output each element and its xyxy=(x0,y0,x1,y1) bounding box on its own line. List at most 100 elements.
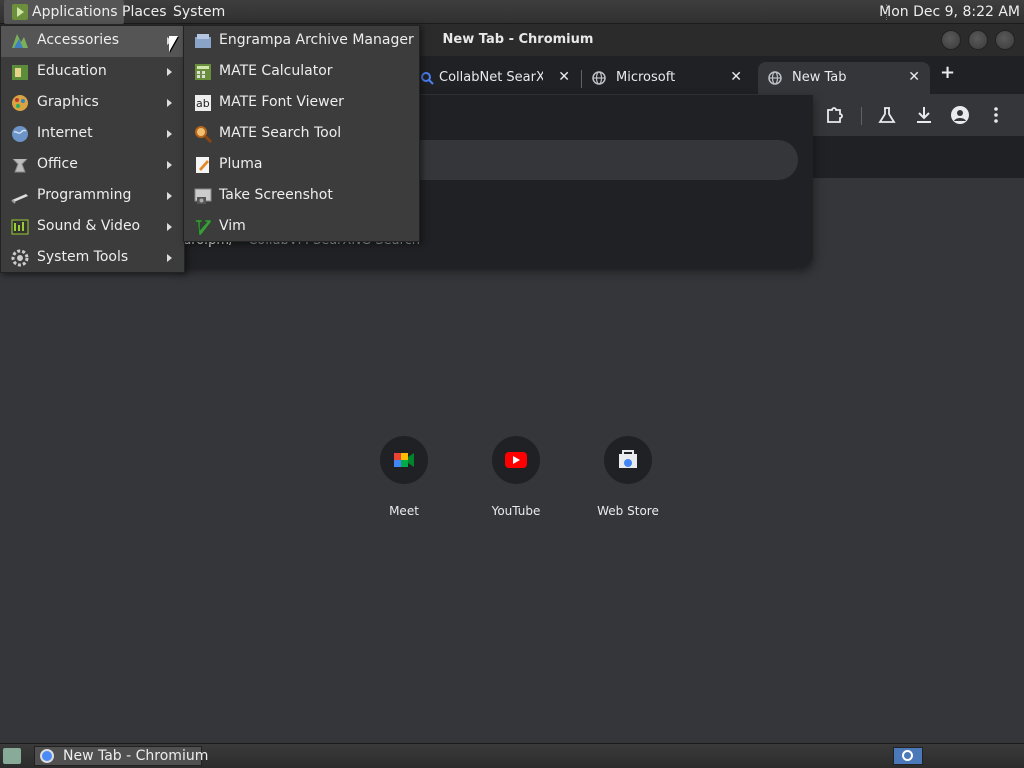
menu-item-mate-font-viewer[interactable]: ab MATE Font Viewer xyxy=(184,88,419,119)
menu-item-label: Accessories xyxy=(37,32,120,48)
tab-collabnet[interactable]: CollabNet SearXN ✕ xyxy=(410,62,580,94)
system-tools-icon xyxy=(11,249,29,267)
profile-icon[interactable] xyxy=(949,104,971,126)
menu-item-label: Internet xyxy=(37,125,93,141)
mate-menu-icon xyxy=(12,4,28,20)
menu-item-label: Pluma xyxy=(219,156,263,172)
menu-item-take-screenshot[interactable]: Take Screenshot xyxy=(184,181,419,212)
archive-icon xyxy=(195,34,211,48)
shortcut-label: Meet xyxy=(389,504,419,518)
menu-item-education[interactable]: Education xyxy=(1,57,184,88)
places-menu-button[interactable]: Places xyxy=(116,0,173,24)
tab-title: Microsoft xyxy=(616,70,676,85)
shortcut-youtube[interactable]: YouTube xyxy=(471,436,561,518)
education-icon xyxy=(12,65,28,80)
search-icon xyxy=(421,72,434,85)
mouse-pointer-icon xyxy=(169,36,178,52)
menu-item-label: Programming xyxy=(37,187,132,203)
font-viewer-icon: ab xyxy=(195,95,211,111)
tab-microsoft[interactable]: Microsoft ✕ xyxy=(582,62,752,94)
menu-item-label: Vim xyxy=(219,218,246,234)
search-tool-icon xyxy=(195,126,213,144)
submenu-arrow-icon xyxy=(167,130,172,138)
workspace-switcher[interactable] xyxy=(893,747,923,765)
internet-icon xyxy=(12,126,28,142)
submenu-arrow-icon xyxy=(167,99,172,107)
submenu-arrow-icon xyxy=(167,223,172,231)
menu-item-mate-calculator[interactable]: MATE Calculator xyxy=(184,57,419,88)
tab-title: New Tab xyxy=(792,70,847,85)
menu-item-label: Take Screenshot xyxy=(219,187,333,203)
tab-title: CollabNet SearXN xyxy=(439,70,543,85)
submenu-arrow-icon xyxy=(167,192,172,200)
menu-item-label: Sound & Video xyxy=(37,218,141,234)
menu-item-vim[interactable]: Vim xyxy=(184,212,419,243)
accessories-icon xyxy=(12,34,28,48)
shortcut-label: Web Store xyxy=(597,504,659,518)
menu-item-label: Graphics xyxy=(37,94,99,110)
taskbar-button-chromium[interactable]: New Tab - Chromium xyxy=(34,746,208,766)
menu-item-pluma[interactable]: Pluma xyxy=(184,150,419,181)
show-desktop-icon[interactable] xyxy=(3,748,21,764)
accessories-submenu: Engrampa Archive Manager MATE Calculator… xyxy=(183,25,420,242)
system-menu-button[interactable]: System xyxy=(167,0,231,24)
chromium-icon xyxy=(40,749,54,763)
applications-menu-button[interactable]: Applications xyxy=(4,0,124,24)
screenshot-icon xyxy=(194,188,212,204)
menu-item-label: Office xyxy=(37,156,78,172)
menu-item-sound-video[interactable]: Sound & Video xyxy=(1,212,184,243)
text-editor-icon xyxy=(196,157,209,173)
labs-flask-icon[interactable] xyxy=(876,104,898,126)
bottom-panel: New Tab - Chromium xyxy=(0,743,1024,768)
maximize-button[interactable] xyxy=(968,30,988,50)
submenu-arrow-icon xyxy=(167,68,172,76)
youtube-icon xyxy=(492,436,540,484)
tab-new-tab[interactable]: New Tab ✕ xyxy=(758,62,930,94)
web-store-icon xyxy=(604,436,652,484)
svg-text:ab: ab xyxy=(196,97,210,110)
minimize-button[interactable] xyxy=(941,30,961,50)
applications-menu-label: Applications xyxy=(32,4,118,20)
menu-item-label: MATE Calculator xyxy=(219,63,333,79)
menu-item-graphics[interactable]: Graphics xyxy=(1,88,184,119)
extensions-icon[interactable] xyxy=(823,104,845,126)
shortcut-label: YouTube xyxy=(491,504,541,518)
menu-item-engrampa[interactable]: Engrampa Archive Manager xyxy=(184,26,419,57)
clock[interactable]: Mon Dec 9, 8:22 AM xyxy=(879,0,1020,24)
sound-video-icon xyxy=(11,219,29,235)
new-tab-button[interactable]: + xyxy=(940,62,955,83)
toolbar-divider xyxy=(861,107,862,125)
calculator-icon xyxy=(195,64,211,80)
applications-menu: Accessories Education Graphics Internet … xyxy=(0,25,185,273)
submenu-arrow-icon xyxy=(167,254,172,262)
meet-icon xyxy=(380,436,428,484)
graphics-icon xyxy=(12,95,28,111)
menu-item-mate-search-tool[interactable]: MATE Search Tool xyxy=(184,119,419,150)
office-icon xyxy=(12,158,28,173)
tab-close-icon[interactable]: ✕ xyxy=(558,69,570,85)
submenu-arrow-icon xyxy=(167,161,172,169)
menu-item-label: Engrampa Archive Manager xyxy=(219,32,414,48)
taskbar-label: New Tab - Chromium xyxy=(63,748,209,764)
tab-close-icon[interactable]: ✕ xyxy=(908,69,920,85)
globe-icon xyxy=(592,71,606,85)
vim-icon xyxy=(194,219,212,236)
top-panel: Applications Places System Mon Dec 9, 8:… xyxy=(0,0,1024,24)
menu-item-accessories[interactable]: Accessories xyxy=(1,26,184,57)
menu-item-label: System Tools xyxy=(37,249,129,265)
menu-item-label: MATE Search Tool xyxy=(219,125,342,141)
menu-item-programming[interactable]: Programming xyxy=(1,181,184,212)
programming-icon xyxy=(11,194,28,204)
close-window-button[interactable] xyxy=(995,30,1015,50)
menu-item-office[interactable]: Office xyxy=(1,150,184,181)
shortcut-meet[interactable]: Meet xyxy=(359,436,449,518)
globe-icon xyxy=(768,71,782,85)
tab-close-icon[interactable]: ✕ xyxy=(730,69,742,85)
menu-item-label: Education xyxy=(37,63,107,79)
shortcut-web-store[interactable]: Web Store xyxy=(583,436,673,518)
more-menu-icon[interactable] xyxy=(985,104,1007,126)
menu-item-label: MATE Font Viewer xyxy=(219,94,344,110)
menu-item-internet[interactable]: Internet xyxy=(1,119,184,150)
download-icon[interactable] xyxy=(913,104,935,126)
menu-item-system-tools[interactable]: System Tools xyxy=(1,243,184,274)
